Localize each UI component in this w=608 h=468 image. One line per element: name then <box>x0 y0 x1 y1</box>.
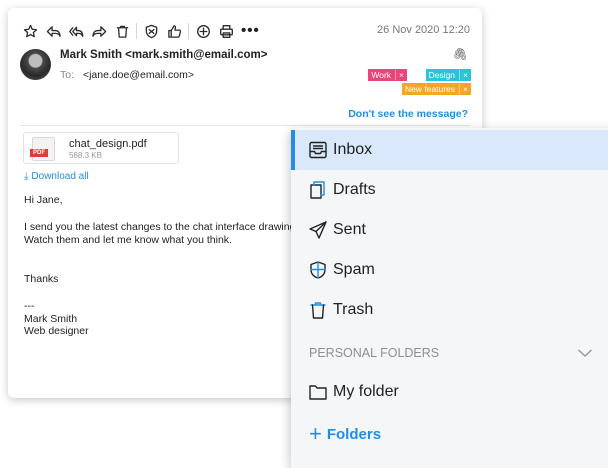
tag-label: New features <box>404 84 456 94</box>
body-greeting: Hi Jane, <box>24 194 63 206</box>
avatar <box>20 49 51 80</box>
forward-icon <box>91 25 106 37</box>
download-icon: ⤓ <box>24 171 29 182</box>
pdf-badge: PDF <box>30 149 48 157</box>
delete-button[interactable] <box>112 21 132 41</box>
tag-remove-icon[interactable]: × <box>395 70 404 80</box>
body-line: I send you the latest changes to the cha… <box>24 221 304 233</box>
folder-item-trash[interactable]: Trash <box>291 290 608 330</box>
tag-new-features[interactable]: New features × <box>401 83 471 95</box>
to-label: To: <box>60 69 75 81</box>
folder-icon <box>308 382 328 402</box>
add-icon <box>196 24 210 38</box>
star-icon <box>23 24 37 37</box>
more-icon[interactable]: ••• <box>241 21 260 41</box>
attachment-size: 588.3 KB <box>69 151 102 160</box>
recipient-line: To: <jane.doe@email.com> <box>60 69 194 81</box>
folder-item-sent[interactable]: Sent <box>291 210 608 250</box>
delete-icon <box>116 25 128 38</box>
spam-button[interactable] <box>141 21 161 41</box>
sender-address: Mark Smith <mark.smith@email.com> <box>60 49 268 61</box>
folder-item-my-folder[interactable]: My folder <box>291 372 608 412</box>
tag-design[interactable]: Design × <box>425 69 471 81</box>
download-all-label: Download all <box>31 171 89 182</box>
reply-button[interactable] <box>43 21 63 41</box>
chevron-down-icon[interactable] <box>577 346 593 358</box>
folder-item-spam[interactable]: Spam <box>291 250 608 290</box>
folder-panel: Inbox Drafts Sent Spam Trash PERSONAL FO… <box>291 128 608 468</box>
toolbar-divider <box>188 23 189 39</box>
tag-work[interactable]: Work × <box>368 69 407 81</box>
forward-button[interactable] <box>89 21 109 41</box>
recipient-address: <jane.doe@email.com> <box>82 69 194 81</box>
tag-label: Design <box>428 70 456 80</box>
signature-separator: --- <box>24 300 35 312</box>
paperclip-icon: 🖇 <box>452 47 468 61</box>
add-folder-label: Folders <box>326 425 382 443</box>
drafts-icon <box>308 180 328 200</box>
tag-remove-icon[interactable]: × <box>459 84 468 94</box>
folder-label: Sent <box>333 221 366 238</box>
pdf-file-icon: PDF <box>30 137 55 161</box>
like-icon <box>167 24 181 38</box>
email-date: 26 Nov 2020 12:20 <box>377 24 470 36</box>
tag-remove-icon[interactable]: × <box>459 70 468 80</box>
folder-label: My folder <box>333 383 399 400</box>
print-button[interactable] <box>216 21 236 41</box>
folder-item-inbox[interactable]: Inbox <box>291 130 608 170</box>
reply-all-button[interactable] <box>66 21 86 41</box>
attachment-name: chat_design.pdf <box>69 138 147 150</box>
reply-icon <box>46 25 61 37</box>
like-button[interactable] <box>164 21 184 41</box>
folder-label: Trash <box>333 301 374 318</box>
reply-all-icon <box>68 26 83 37</box>
body-closing: Thanks <box>24 273 59 285</box>
personal-folders-header: PERSONAL FOLDERS <box>309 346 440 360</box>
download-all-link[interactable]: ⤓ Download all <box>24 171 89 182</box>
folder-item-drafts[interactable]: Drafts <box>291 170 608 210</box>
spam-icon <box>145 24 157 38</box>
email-toolbar: ••• <box>20 21 260 41</box>
add-folder-button[interactable]: + Folders <box>309 422 381 446</box>
attachment-card[interactable]: PDF chat_design.pdf 588.3 KB <box>23 132 179 164</box>
trash-icon <box>308 300 328 320</box>
folder-label: Inbox <box>333 141 373 158</box>
plus-icon: + <box>309 421 322 446</box>
send-icon <box>308 220 328 240</box>
body-line: Watch them and let me know what you thin… <box>24 234 232 246</box>
print-icon <box>219 24 233 38</box>
folder-label: Drafts <box>333 181 376 198</box>
signature-title: Web designer <box>24 325 89 337</box>
inbox-icon <box>308 140 328 160</box>
folder-label: Spam <box>333 261 375 278</box>
tag-label: Work <box>371 70 392 80</box>
add-button[interactable] <box>193 21 213 41</box>
dont-see-message-link[interactable]: Don't see the message? <box>348 108 468 120</box>
header-divider <box>20 125 470 126</box>
shield-icon <box>308 260 328 280</box>
active-indicator <box>291 130 295 170</box>
star-button[interactable] <box>20 21 40 41</box>
toolbar-divider <box>136 23 137 39</box>
